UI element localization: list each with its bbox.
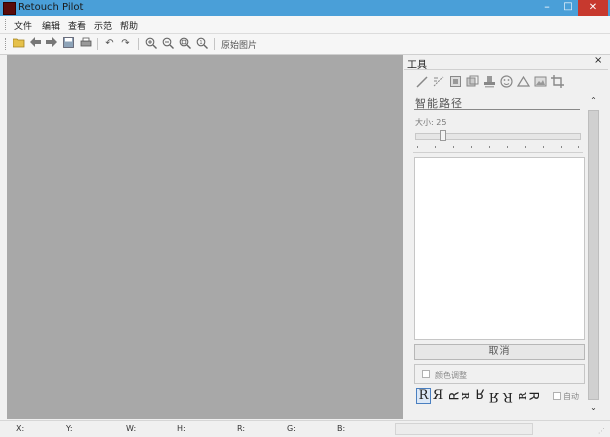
maximize-button[interactable]: □: [558, 0, 578, 16]
minimize-button[interactable]: –: [536, 0, 558, 16]
toolbar-separator: [97, 38, 98, 50]
stamp-tool-icon[interactable]: [482, 75, 497, 90]
toolbar-separator: [214, 38, 215, 50]
crop-tool-icon[interactable]: [550, 75, 565, 90]
size-slider-ticks: [417, 146, 579, 149]
auto-checkbox[interactable]: [553, 392, 561, 400]
size-slider-thumb[interactable]: [440, 130, 446, 141]
toolbar: ↶ ↷ 1 原始图片: [0, 34, 610, 55]
orientation-option-1[interactable]: R: [416, 388, 431, 404]
clone-tool-icon[interactable]: [465, 75, 480, 90]
image-canvas[interactable]: [7, 55, 403, 419]
redo-icon[interactable]: ↷: [119, 37, 132, 50]
open-folder-icon[interactable]: [12, 37, 25, 50]
auto-label: 自动: [563, 392, 579, 401]
tool-panel-title: 工具: [407, 60, 427, 71]
color-adjust-group: 颜色调整: [414, 364, 585, 384]
save-icon[interactable]: [62, 37, 75, 50]
scroll-thumb[interactable]: [588, 110, 599, 400]
status-g: G:: [287, 424, 296, 433]
orientation-option-4[interactable]: ᴚ: [458, 389, 474, 403]
status-bar: X: Y: W: H: R: G: B: ⋰: [0, 420, 610, 437]
color-adjust-label: 颜色调整: [435, 371, 467, 380]
status-progress-panel: [395, 423, 533, 435]
cancel-button[interactable]: 取消: [414, 344, 585, 360]
print-icon[interactable]: [79, 37, 92, 50]
panel-divider: [413, 152, 583, 153]
orientation-option-2[interactable]: Я: [431, 388, 445, 404]
scroll-up-arrow[interactable]: ⌃: [587, 96, 600, 107]
menu-bar: 文件 编辑 查看 示范 帮助: [0, 16, 610, 34]
panel-scrollbar[interactable]: ⌃ ⌄: [587, 96, 600, 414]
tool-panel: 工具 × 智能路径 ⌃ ⌄ 大小: 25 取消 颜色调整 R Я ꓤ ᴚ ꓤ Я…: [404, 55, 608, 419]
zoom-in-icon[interactable]: [144, 37, 157, 50]
menu-demo[interactable]: 示范: [94, 19, 112, 32]
status-w: W:: [126, 424, 137, 433]
forward-arrow-icon[interactable]: [45, 37, 58, 50]
menu-edit[interactable]: 编辑: [42, 19, 60, 32]
tool-panel-close-icon[interactable]: ×: [594, 55, 602, 66]
app-icon: [3, 2, 16, 15]
color-adjust-checkbox[interactable]: [422, 370, 430, 378]
patch-tool-icon[interactable]: [448, 75, 463, 90]
zoom-out-icon[interactable]: [161, 37, 174, 50]
brush-tool-icon[interactable]: [414, 75, 429, 90]
back-arrow-icon[interactable]: [29, 37, 42, 50]
status-y: Y:: [66, 424, 73, 433]
image-tool-icon[interactable]: [533, 75, 548, 90]
scroll-down-arrow[interactable]: ⌄: [587, 403, 600, 414]
undo-icon[interactable]: ↶: [103, 37, 116, 50]
status-b: B:: [337, 424, 346, 433]
orientation-option-6[interactable]: Я: [487, 388, 501, 404]
smart-path-tool-icon[interactable]: [431, 75, 446, 90]
orientation-option-5[interactable]: ꓤ: [473, 388, 487, 404]
menu-grip: [5, 19, 8, 30]
face-tool-icon[interactable]: [499, 75, 514, 90]
svg-text:1: 1: [199, 40, 202, 46]
tool-panel-header: 工具 ×: [404, 55, 608, 71]
close-button[interactable]: ✕: [578, 0, 608, 16]
zoom-actual-icon[interactable]: 1: [195, 37, 208, 50]
path-list[interactable]: [414, 157, 585, 340]
menu-help[interactable]: 帮助: [120, 19, 138, 32]
orientation-option-7[interactable]: R: [501, 388, 515, 404]
menu-view[interactable]: 查看: [68, 19, 86, 32]
status-h: H:: [177, 424, 186, 433]
tool-icons-row: [414, 75, 574, 91]
menu-file[interactable]: 文件: [14, 19, 32, 32]
window-title: Retouch Pilot: [18, 2, 84, 13]
resize-grip-icon[interactable]: ⋰: [598, 427, 605, 435]
mirror-orientation-row: R Я ꓤ ᴚ ꓤ Я R ᴚ ꓤ 自动: [416, 388, 586, 406]
zoom-fit-icon[interactable]: [178, 37, 191, 50]
toolbar-separator: [138, 38, 139, 50]
status-x: X:: [16, 424, 25, 433]
size-label: 大小: 25: [415, 118, 447, 127]
status-r: R:: [237, 424, 246, 433]
toolbar-grip: [5, 38, 8, 50]
original-image-button[interactable]: 原始图片: [221, 38, 257, 51]
orientation-option-9[interactable]: ꓤ: [528, 389, 544, 403]
tool-name-underline: [414, 109, 580, 110]
warp-tool-icon[interactable]: [516, 75, 531, 90]
title-bar: Retouch Pilot – □ ✕: [0, 0, 610, 16]
